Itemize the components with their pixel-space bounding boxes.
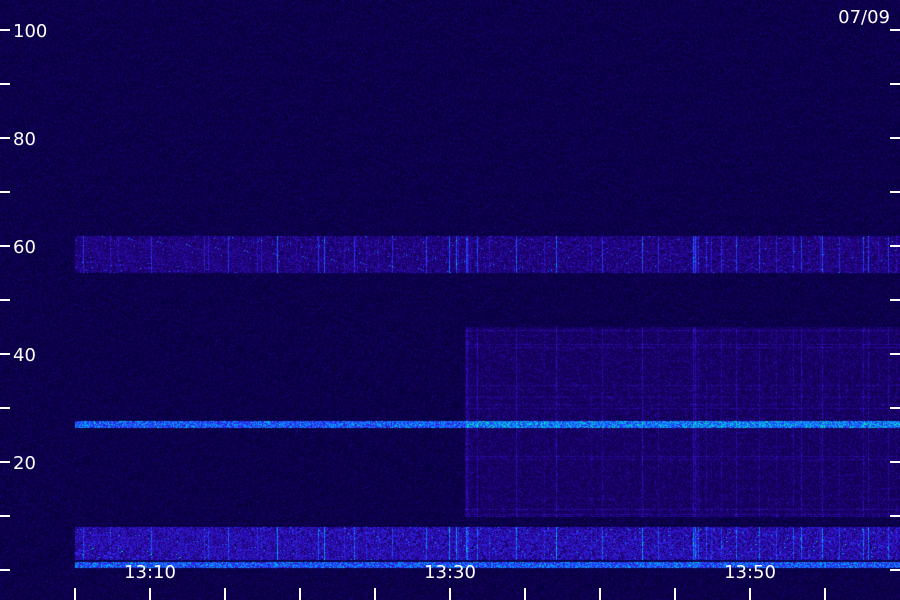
x-tick-label: 13:10 bbox=[124, 562, 176, 583]
y-axis-right bbox=[890, 29, 900, 571]
y-axis-left: 100 80 60 40 20 bbox=[0, 21, 47, 571]
y-tick-label: 60 bbox=[13, 237, 36, 258]
y-tick-label: 80 bbox=[13, 129, 36, 150]
x-axis: 13:10 13:30 13:50 bbox=[74, 562, 826, 600]
y-tick-label: 40 bbox=[13, 345, 36, 366]
date-label: 07/09 bbox=[838, 7, 890, 28]
x-tick-label: 13:50 bbox=[724, 562, 776, 583]
axes-overlay: 100 80 60 40 20 13:10 13:30 13:50 07/09 bbox=[0, 7, 900, 600]
y-tick-label: 20 bbox=[13, 453, 36, 474]
x-tick-label: 13:30 bbox=[424, 562, 476, 583]
y-tick-label: 100 bbox=[13, 21, 47, 42]
